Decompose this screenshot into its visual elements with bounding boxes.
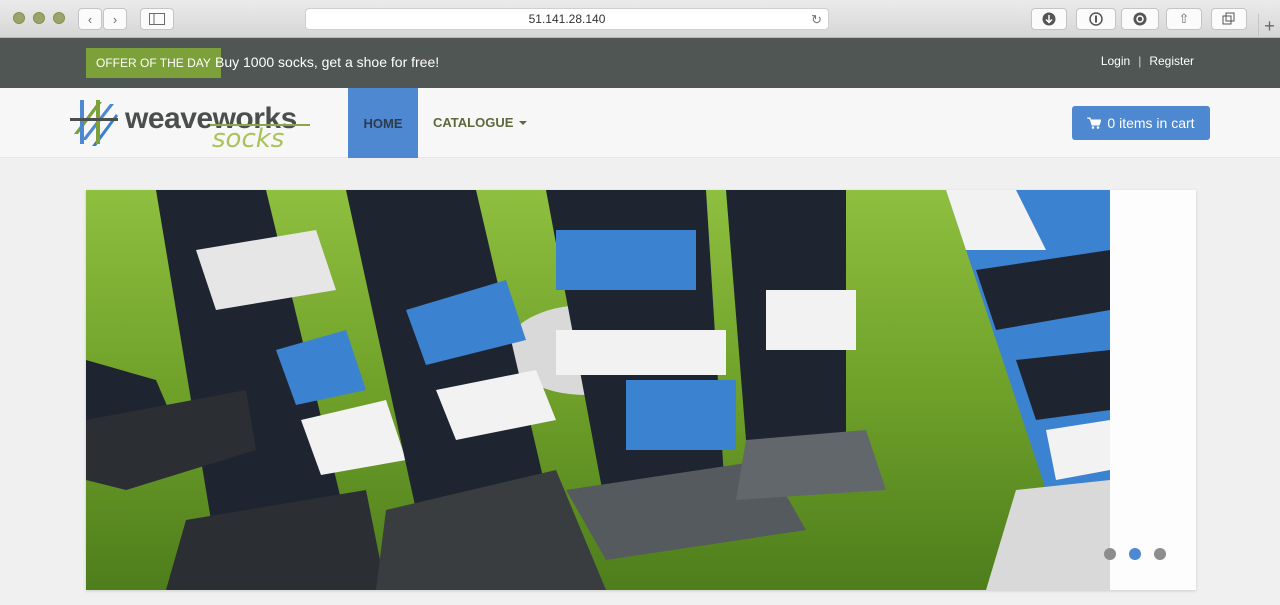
sidebar-icon <box>149 13 165 25</box>
back-button[interactable]: ‹ <box>78 8 102 30</box>
nav-home[interactable]: HOME <box>348 88 418 158</box>
extension-2-button[interactable] <box>1121 8 1159 30</box>
url-text: 51.141.28.140 <box>528 12 606 26</box>
logo-subtitle: socks <box>212 124 285 154</box>
chevron-down-icon <box>519 120 528 125</box>
cart-icon <box>1087 117 1102 129</box>
minimize-window-button[interactable] <box>33 12 45 24</box>
offer-badge[interactable]: OFFER OF THE DAY <box>86 48 221 78</box>
chevron-right-icon: › <box>112 11 118 27</box>
register-link[interactable]: Register <box>1149 54 1194 68</box>
forward-button[interactable]: › <box>103 8 127 30</box>
plus-icon: + <box>1264 15 1275 36</box>
main-navbar: weaveworks socks HOME CATALOGUE 0 items … <box>0 88 1280 158</box>
carousel-dot-2[interactable] <box>1129 548 1141 560</box>
sidebar-toggle-button[interactable] <box>140 8 174 30</box>
weave-logo-icon <box>70 100 118 146</box>
new-tab-button[interactable]: + <box>1258 14 1280 38</box>
weaveworks-logo[interactable]: weaveworks socks <box>70 96 310 154</box>
hero-carousel <box>86 190 1196 590</box>
cart-button[interactable]: 0 items in cart <box>1072 106 1210 140</box>
downloads-button[interactable] <box>1031 8 1067 30</box>
chevron-left-icon: ‹ <box>87 11 93 27</box>
link-separator: | <box>1138 54 1142 68</box>
tabs-icon <box>1222 12 1235 25</box>
login-link[interactable]: Login <box>1101 54 1130 68</box>
reload-icon[interactable]: ↻ <box>811 12 822 28</box>
grammar-icon <box>1133 12 1147 26</box>
close-window-button[interactable] <box>13 12 25 24</box>
carousel-dot-3[interactable] <box>1154 548 1166 560</box>
offer-bar: OFFER OF THE DAY Buy 1000 socks, get a s… <box>0 38 1280 88</box>
share-icon: ⇧ <box>1178 11 1190 26</box>
cart-label: 0 items in cart <box>1107 115 1195 131</box>
nav-catalogue[interactable]: CATALOGUE <box>433 115 528 130</box>
extension-1-button[interactable] <box>1076 8 1116 30</box>
zoom-window-button[interactable] <box>53 12 65 24</box>
account-links: Login | Register <box>1101 54 1194 68</box>
hero-image <box>86 190 1110 590</box>
download-icon <box>1042 12 1056 26</box>
address-bar[interactable]: 51.141.28.140 ↻ <box>305 8 829 30</box>
carousel-indicators <box>1104 548 1166 560</box>
info-icon <box>1089 12 1103 26</box>
offer-text: Buy 1000 socks, get a shoe for free! <box>215 54 440 70</box>
nav-catalogue-label: CATALOGUE <box>433 115 514 130</box>
carousel-dot-1[interactable] <box>1104 548 1116 560</box>
browser-toolbar: ‹ › 51.141.28.140 ↻ ⇧ + <box>0 0 1280 38</box>
share-button[interactable]: ⇧ <box>1166 8 1202 30</box>
tabs-button[interactable] <box>1211 8 1247 30</box>
